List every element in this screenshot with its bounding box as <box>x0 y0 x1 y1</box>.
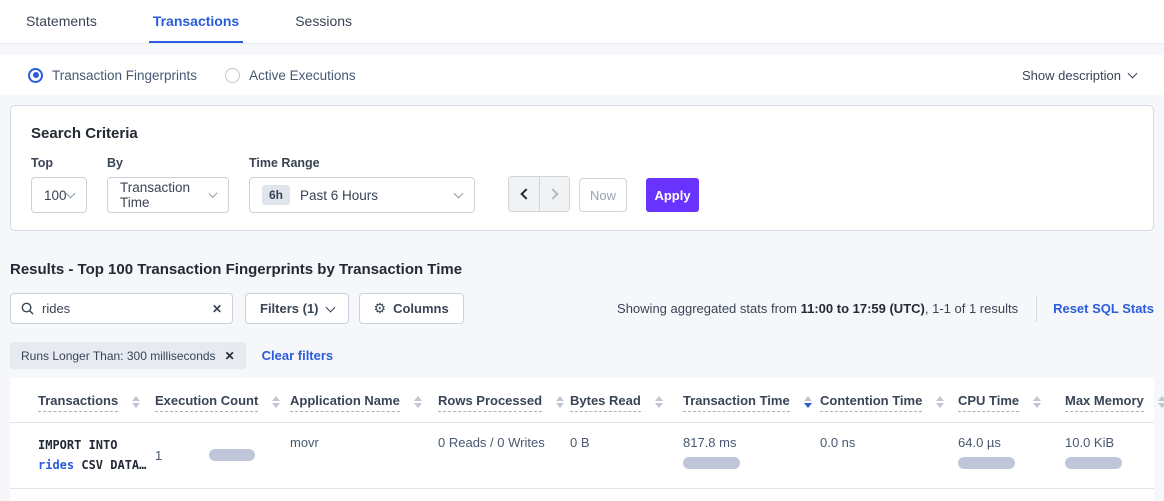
transaction-fingerprint-cell[interactable]: IMPORT INTO rides CSV DATA… <box>38 435 155 475</box>
cpu-time-bar <box>958 457 1015 469</box>
results-search-box[interactable]: ✕ <box>10 293 233 324</box>
top-field: Top 100 <box>31 156 87 213</box>
column-header-transaction-time[interactable]: Transaction Time <box>683 393 820 412</box>
time-range-label: Time Range <box>249 156 475 170</box>
gear-icon: ⚙ <box>374 300 387 317</box>
column-header-application-name[interactable]: Application Name <box>290 393 438 412</box>
tab-statements[interactable]: Statements <box>22 0 101 43</box>
time-range-prev-button[interactable] <box>509 177 539 211</box>
view-toggle-row: Transaction Fingerprints Active Executio… <box>0 55 1164 95</box>
max-memory-bar <box>1065 457 1122 469</box>
contention-time-cell: 0.0 ns <box>820 435 958 475</box>
columns-button[interactable]: ⚙ Columns <box>359 293 464 324</box>
by-select[interactable]: Transaction Time <box>107 177 229 213</box>
sort-icon <box>936 396 944 408</box>
vertical-divider <box>1036 296 1037 322</box>
by-value: Transaction Time <box>120 180 210 210</box>
time-range-badge: 6h <box>262 185 290 205</box>
transaction-time-bar <box>683 457 740 469</box>
column-header-execution-count[interactable]: Execution Count <box>155 393 290 412</box>
time-range-pager <box>508 176 570 212</box>
arrow-left-icon <box>520 188 531 199</box>
search-criteria-title: Search Criteria <box>31 125 1133 142</box>
cpu-time-cell: 64.0 µs <box>958 435 1065 475</box>
remove-filter-icon[interactable]: ✕ <box>225 349 235 363</box>
radio-active-executions[interactable]: Active Executions <box>225 68 356 83</box>
transaction-link[interactable]: rides <box>38 458 74 472</box>
filters-button[interactable]: Filters (1) <box>245 293 349 324</box>
sort-icon <box>556 396 564 408</box>
filter-chip-label: Runs Longer Than: 300 milliseconds <box>21 349 216 363</box>
execution-count-cell: 1 <box>155 435 290 475</box>
max-memory-cell: 10.0 KiB <box>1065 435 1154 475</box>
tab-transactions[interactable]: Transactions <box>149 0 243 43</box>
clear-search-icon[interactable]: ✕ <box>212 302 222 316</box>
results-heading: Results - Top 100 Transaction Fingerprin… <box>10 261 1154 278</box>
sort-icon <box>655 396 663 408</box>
sort-desc-icon <box>804 396 812 408</box>
by-field: By Transaction Time <box>107 156 229 213</box>
sort-icon <box>1033 396 1041 408</box>
columns-label: Columns <box>393 301 449 316</box>
transaction-time-cell: 817.8 ms <box>683 435 820 475</box>
show-description-toggle[interactable]: Show description <box>1022 68 1136 83</box>
sort-icon <box>414 396 422 408</box>
reset-sql-stats-link[interactable]: Reset SQL Stats <box>1053 301 1154 316</box>
top-value: 100 <box>44 188 67 203</box>
sort-icon <box>1158 396 1164 408</box>
radio-selected-icon <box>28 68 43 83</box>
radio-transaction-fingerprints[interactable]: Transaction Fingerprints <box>28 68 197 83</box>
clear-filters-link[interactable]: Clear filters <box>262 348 334 363</box>
tab-sessions[interactable]: Sessions <box>291 0 356 43</box>
page-tabs: Statements Transactions Sessions <box>0 0 1164 44</box>
results-table: Transactions Execution Count Application… <box>10 378 1154 501</box>
search-icon <box>21 302 34 315</box>
sort-icon <box>132 396 140 408</box>
radio-unselected-icon <box>225 68 240 83</box>
search-criteria-card: Search Criteria Top 100 By Transaction T… <box>10 105 1154 231</box>
column-header-max-memory[interactable]: Max Memory <box>1065 393 1164 412</box>
time-range-select[interactable]: 6h Past 6 Hours <box>249 177 475 213</box>
time-range-value: Past 6 Hours <box>300 188 378 203</box>
table-header-row: Transactions Execution Count Application… <box>10 378 1154 423</box>
top-label: Top <box>31 156 87 170</box>
chevron-down-icon <box>325 302 335 312</box>
sort-icon <box>272 396 280 408</box>
active-filters-row: Runs Longer Than: 300 milliseconds ✕ Cle… <box>10 342 1154 369</box>
column-header-bytes-read[interactable]: Bytes Read <box>570 393 683 412</box>
table-row: IMPORT INTO rides CSV DATA… 1 movr 0 Rea… <box>10 423 1154 489</box>
column-header-transactions[interactable]: Transactions <box>38 393 155 412</box>
bytes-read-cell: 0 B <box>570 435 683 475</box>
radio-label: Active Executions <box>249 68 356 83</box>
column-header-contention-time[interactable]: Contention Time <box>820 393 958 412</box>
by-label: By <box>107 156 229 170</box>
execution-count-bar <box>209 449 255 461</box>
chevron-down-icon <box>1128 68 1138 78</box>
time-range-next-button[interactable] <box>539 177 569 211</box>
time-range-field: Time Range 6h Past 6 Hours <box>249 156 475 213</box>
show-description-label: Show description <box>1022 68 1121 83</box>
column-header-cpu-time[interactable]: CPU Time <box>958 393 1065 412</box>
stats-text: Showing aggregated stats from 11:00 to 1… <box>617 301 1018 316</box>
search-input[interactable] <box>42 301 212 316</box>
filter-chip: Runs Longer Than: 300 milliseconds ✕ <box>10 342 246 369</box>
stats-summary: Showing aggregated stats from 11:00 to 1… <box>617 296 1154 322</box>
application-name-cell: movr <box>290 435 438 475</box>
top-select[interactable]: 100 <box>31 177 87 213</box>
filters-label: Filters (1) <box>260 301 319 316</box>
chevron-down-icon <box>454 188 464 198</box>
arrow-right-icon <box>547 188 558 199</box>
radio-label: Transaction Fingerprints <box>52 68 197 83</box>
rows-processed-cell: 0 Reads / 0 Writes <box>438 435 570 475</box>
column-header-rows-processed[interactable]: Rows Processed <box>438 393 570 412</box>
apply-button[interactable]: Apply <box>646 178 699 212</box>
now-button[interactable]: Now <box>579 178 627 212</box>
chevron-down-icon <box>66 188 76 198</box>
results-toolbar: ✕ Filters (1) ⚙ Columns Showing aggregat… <box>10 293 1154 324</box>
